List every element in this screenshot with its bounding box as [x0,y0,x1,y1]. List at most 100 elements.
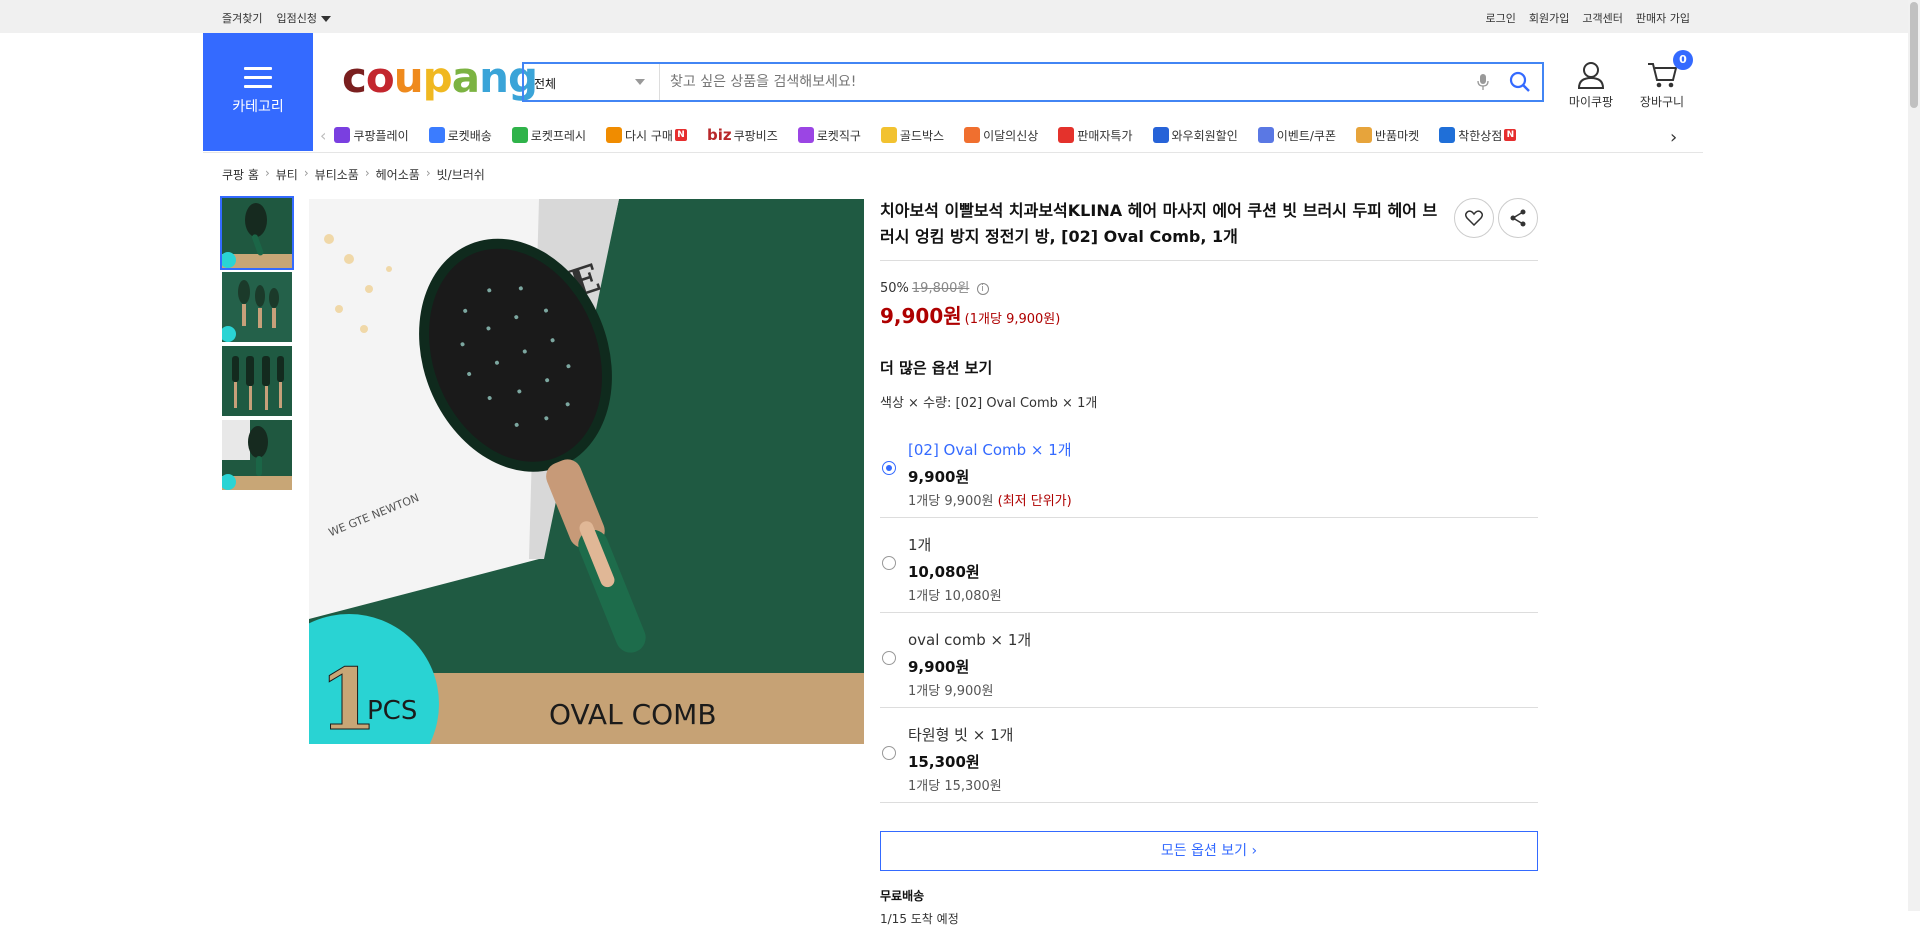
option-item[interactable]: 타원형 빗 × 1개 15,300원 1개당 15,300원 [880,708,1538,803]
search-input[interactable] [660,64,1468,100]
shipping-eta: 1/15 도착 예정 [880,912,959,926]
breadcrumb: 쿠팡 홈 › 뷰티 › 뷰티소품 › 헤어소품 › 빗/브러쉬 [222,166,485,183]
logo-letter: a [451,53,480,102]
breadcrumb-link[interactable]: 뷰티소품 [315,166,359,183]
microphone-icon[interactable] [1468,64,1498,100]
catnav-item[interactable]: 이달의신상 [964,127,1038,144]
category-label: 카테고리 [232,99,284,115]
option-radio[interactable] [882,556,896,570]
user-icon [1577,62,1605,89]
catnav-label: 이벤트/쿠폰 [1276,128,1336,143]
catnav-icon [334,127,351,143]
catnav-item[interactable]: biz 쿠팡비즈 [707,126,778,144]
catnav-icon [428,127,445,143]
option-name: 타원형 빗 × 1개 [908,726,1014,744]
catnav-label: 다시 구매 [624,128,673,143]
login-link[interactable]: 로그인 [1486,10,1516,26]
breadcrumb-link[interactable]: 뷰티 [276,166,298,183]
join-store-label: 입점신청 [276,12,317,25]
catnav-label: 쿠팡플레이 [353,128,409,143]
logo-letter: u [393,53,424,102]
divider [203,152,1703,153]
join-store-dropdown[interactable]: 입점신청 [276,10,331,26]
breadcrumb-link[interactable]: 헤어소품 [376,166,420,183]
info-icon[interactable]: i [976,282,989,295]
catnav-item[interactable]: 쿠팡플레이 [334,127,409,144]
option-list: [02] Oval Comb × 1개 9,900원 1개당 9,900원 (최저 … [880,423,1538,803]
product-info: 치아보석 이빨보석 치과보석KLINA 헤어 마사지 에어 쿠션 빗 브러시 두… [880,198,1538,927]
thumbnail-2[interactable] [222,272,292,342]
option-unit-row: 1개당 9,900원 [908,680,1538,699]
catnav-icon [1439,127,1456,143]
logo-letter: n [479,53,509,102]
option-radio[interactable] [882,746,896,760]
option-item[interactable]: 1개 10,080원 1개당 10,080원 [880,518,1538,613]
option-price: 9,900원 [908,468,970,486]
cart-button[interactable]: 0 장바구니 [1637,50,1693,110]
biz-logo-icon: biz [706,126,732,144]
shipping-type: 무료배송 [880,889,925,903]
option-unit-price: 1개당 9,900원 [908,494,994,509]
search-bar: 전체 [522,62,1544,102]
catnav-item[interactable]: 판매자특가 [1058,127,1133,144]
share-icon[interactable] [1498,198,1538,238]
catnav-label: 착한상점 [1458,128,1503,143]
wishlist-heart-icon[interactable] [1454,198,1494,238]
all-options-button[interactable]: 모든 옵션 보기 › [880,831,1538,871]
catnav-label: 이달의신상 [983,128,1039,143]
catnav-icon [964,127,981,143]
catnav-label: 판매자특가 [1077,128,1133,143]
option-name: oval comb × 1개 [908,631,1032,649]
option-item[interactable]: [02] Oval Comb × 1개 9,900원 1개당 9,900원 (최저 … [880,423,1538,518]
thumbnail-4[interactable] [222,420,292,490]
category-menu-button[interactable]: 카테고리 [203,33,313,151]
catnav-icon [1257,127,1274,143]
catnav-icon [1152,127,1169,143]
image-text-name: OVAL COMB [549,698,717,731]
option-unit-row: 1개당 10,080원 [908,585,1538,604]
catnav-item[interactable]: 로켓프레시 [511,127,586,144]
catnav-item[interactable]: 골드박스 [880,127,945,144]
breadcrumb-link[interactable]: 쿠팡 홈 [222,166,259,183]
thumbnail-3[interactable] [222,346,292,416]
hamburger-icon [244,67,272,88]
catnav-item[interactable]: 다시 구매 N [605,127,687,144]
catnav-icon [1058,127,1075,143]
catnav-item[interactable]: 착한상점 N [1439,127,1517,144]
unit-price: (1개당 9,900원) [964,312,1061,327]
cart-count-badge: 0 [1673,50,1693,70]
divider [880,260,1538,261]
catnav-item[interactable]: 로켓배송 [428,127,492,144]
logo-letter: p [422,53,453,102]
support-link[interactable]: 고객센터 [1582,10,1622,26]
search-category-value: 전체 [534,77,557,91]
mypage-button[interactable]: 마이쿠팡 [1566,60,1616,110]
option-radio[interactable] [882,461,896,475]
logo-letter: c [342,53,367,102]
breadcrumb-link[interactable]: 빗/브러쉬 [437,166,485,183]
catnav-item[interactable]: 로켓직구 [797,127,861,144]
chevron-right-icon[interactable]: › [1670,127,1677,148]
seller-signup-link[interactable]: 판매자 가입 [1636,10,1690,26]
option-item[interactable]: oval comb × 1개 9,900원 1개당 9,900원 [880,613,1538,708]
option-radio[interactable] [882,651,896,665]
scrollbar-thumb[interactable] [1910,2,1918,108]
catnav-label: 와우회원할인 [1171,128,1238,143]
bookmark-link[interactable]: 즐겨찾기 [222,10,262,26]
main-product-image[interactable]: ORE WE GTE NEWTON 1 PCS OVAL COMB [309,199,864,744]
chevron-left-icon[interactable]: ‹ [320,126,326,145]
catnav-item[interactable]: 이벤트/쿠폰 [1257,127,1336,144]
coupang-logo[interactable]: coupang [342,53,538,102]
chevron-right-icon: › [303,166,309,180]
option-unit-price: 1개당 9,900원 [908,684,994,699]
search-category-select[interactable]: 전체 [524,64,660,100]
scrollbar[interactable] [1908,0,1920,911]
catnav-item[interactable]: 와우회원할인 [1152,127,1238,144]
catnav-label: 골드박스 [899,128,945,143]
cart-label: 장바구니 [1639,95,1685,109]
new-badge: N [1504,129,1517,141]
thumbnail-1[interactable] [220,196,294,270]
catnav-item[interactable]: 반품마켓 [1356,127,1419,144]
signup-link[interactable]: 회원가입 [1529,10,1569,26]
search-icon[interactable] [1498,64,1542,100]
